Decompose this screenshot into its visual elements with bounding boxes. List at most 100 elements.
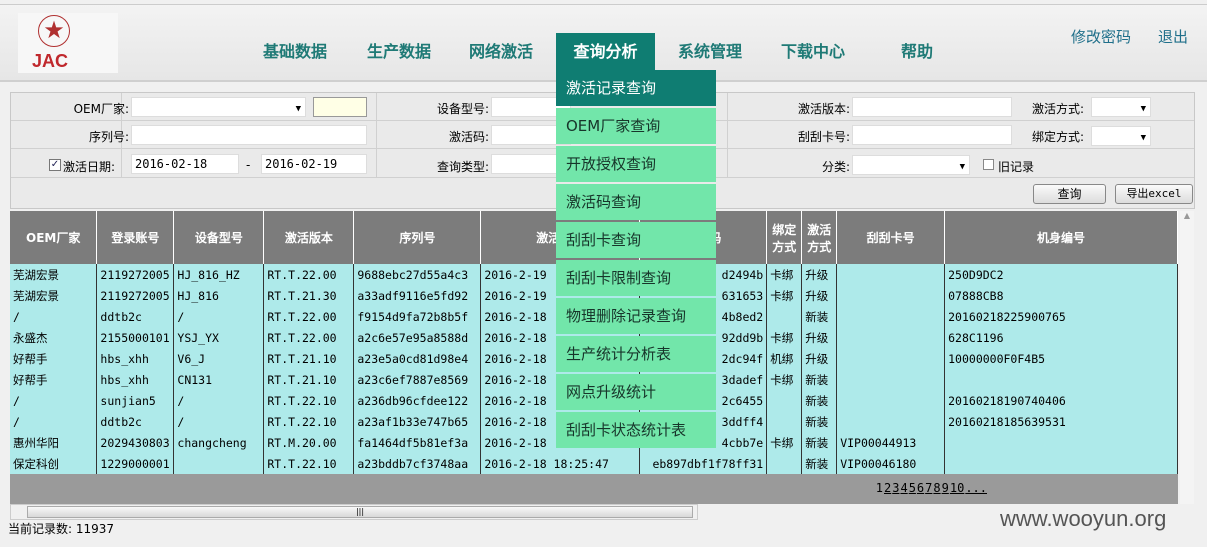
menu-item[interactable]: OEM厂家查询 xyxy=(556,108,716,144)
scroll-thumb[interactable]: ||| xyxy=(27,506,693,518)
table-cell: 好帮手 xyxy=(10,369,98,390)
page-link[interactable]: 1 xyxy=(876,481,883,495)
change-password-link[interactable]: 修改密码 xyxy=(1071,26,1131,47)
table-cell xyxy=(836,390,946,411)
export-excel-button[interactable]: 导出excel xyxy=(1115,184,1193,204)
column-header[interactable]: 设备型号 xyxy=(173,211,265,264)
serial-input[interactable] xyxy=(131,125,367,145)
table-cell: 2029430803 xyxy=(96,432,175,453)
menu-item[interactable]: 激活码查询 xyxy=(556,184,716,220)
nav-help[interactable]: 帮助 xyxy=(880,33,954,70)
menu-item[interactable]: 刮刮卡状态统计表 xyxy=(556,412,716,448)
column-header[interactable]: OEM厂家 xyxy=(10,211,98,264)
table-row[interactable]: 保定科创 1229000001 RT.T.22.10 a23bddb7cf3748aa… xyxy=(10,453,1178,474)
table-cell: a23e5a0cd81d98e4 xyxy=(353,348,482,369)
nav-query-analysis[interactable]: 查询分析 xyxy=(556,33,655,70)
menu-item[interactable]: 网点升级统计 xyxy=(556,374,716,410)
date-to-input[interactable]: 2016-02-19 xyxy=(261,154,367,174)
menu-item[interactable]: 刮刮卡限制查询 xyxy=(556,260,716,296)
horizontal-scrollbar[interactable]: ||| xyxy=(10,504,698,520)
menu-item[interactable]: 开放授权查询 xyxy=(556,146,716,182)
table-cell: hbs_xhh xyxy=(96,369,175,390)
nav-network-activation[interactable]: 网络激活 xyxy=(456,33,546,70)
table-cell: f9154d9fa72b8b5f xyxy=(353,306,482,327)
column-header[interactable]: 登录账号 xyxy=(96,211,175,264)
table-cell: 9688ebc27d55a4c3 xyxy=(353,264,482,285)
table-cell: / xyxy=(173,306,265,327)
nav-production-data[interactable]: 生产数据 xyxy=(354,33,444,70)
table-cell: RT.T.22.10 xyxy=(263,390,355,411)
table-cell: 好帮手 xyxy=(10,348,98,369)
column-header[interactable]: 绑定方式 xyxy=(766,211,803,264)
table-cell: RT.T.21.10 xyxy=(263,348,355,369)
card-number-input[interactable] xyxy=(852,125,1012,145)
column-header[interactable]: 激活方式 xyxy=(801,211,838,264)
table-cell xyxy=(836,369,946,390)
old-record-label: 旧记录 xyxy=(998,160,1035,174)
page-link[interactable]: 8 xyxy=(933,481,940,495)
table-cell: RT.T.22.10 xyxy=(263,453,355,474)
table-cell: RT.T.22.10 xyxy=(263,411,355,432)
page-link[interactable]: 6 xyxy=(917,481,924,495)
column-header[interactable]: 刮刮卡号 xyxy=(836,211,946,264)
page-link[interactable]: 7 xyxy=(925,481,932,495)
column-header[interactable]: 机身编号 xyxy=(944,211,1178,264)
oem-filter-input[interactable] xyxy=(313,97,367,117)
table-cell: 芜湖宏景 xyxy=(10,264,98,285)
menu-item[interactable]: 生产统计分析表 xyxy=(556,336,716,372)
table-cell: VIP00046180 xyxy=(836,453,946,474)
page-link[interactable]: 2 xyxy=(884,481,891,495)
page-link[interactable]: 10 xyxy=(950,481,964,495)
column-header[interactable]: 激活版本 xyxy=(263,211,355,264)
menu-item[interactable]: 刮刮卡查询 xyxy=(556,222,716,258)
watermark: www.wooyun.org xyxy=(1000,506,1167,531)
logout-link[interactable]: 退出 xyxy=(1158,26,1188,47)
vertical-scrollbar[interactable]: ▲ xyxy=(1180,211,1194,504)
table-cell xyxy=(944,453,1178,474)
nav-basic-data[interactable]: 基础数据 xyxy=(250,33,340,70)
table-cell: eb897dbf1f78ff31 xyxy=(639,453,768,474)
table-cell: 20160218190740406 xyxy=(944,390,1178,411)
logo-text: JAC xyxy=(32,51,69,71)
oem-select[interactable]: ▼ xyxy=(131,97,306,117)
menu-item[interactable]: 激活记录查询 xyxy=(556,70,716,106)
page-link[interactable]: 4 xyxy=(900,481,907,495)
table-cell: RT.T.21.10 xyxy=(263,369,355,390)
page-link[interactable]: 3 xyxy=(892,481,899,495)
table-cell xyxy=(766,390,803,411)
table-cell: sunjian5 xyxy=(96,390,175,411)
activation-method-select[interactable]: ▼ xyxy=(1091,97,1151,117)
table-cell: 卡绑 xyxy=(766,264,803,285)
page-link[interactable]: 9 xyxy=(942,481,949,495)
bind-method-select[interactable]: ▼ xyxy=(1091,126,1151,146)
query-type-label: 查询类型: xyxy=(436,160,489,174)
oem-label: OEM厂家: xyxy=(73,102,129,116)
table-cell: a2c6e57e95a8588d xyxy=(353,327,482,348)
date-label: 激活日期: xyxy=(63,160,116,174)
table-cell: 2016-2-18 18:25:47 xyxy=(480,453,641,474)
version-input[interactable] xyxy=(852,97,1012,117)
date-from-input[interactable]: 2016-02-18 xyxy=(131,154,239,174)
date-checkbox[interactable]: ✓ xyxy=(49,159,61,171)
table-cell: 保定科创 xyxy=(10,453,98,474)
activation-method-label: 激活方式: xyxy=(1031,102,1084,116)
table-cell: 卡绑 xyxy=(766,285,803,306)
column-header[interactable]: 序列号 xyxy=(353,211,482,264)
query-button[interactable]: 查询 xyxy=(1033,184,1106,204)
chevron-down-icon: ▼ xyxy=(1140,104,1146,114)
page-link[interactable]: ... xyxy=(965,481,987,495)
nav-download-center[interactable]: 下载中心 xyxy=(768,33,858,70)
page-link[interactable]: 5 xyxy=(909,481,916,495)
chevron-down-icon: ▼ xyxy=(295,104,301,114)
table-cell xyxy=(766,411,803,432)
old-record-checkbox[interactable] xyxy=(983,159,994,170)
table-cell: a236db96cfdee122 xyxy=(353,390,482,411)
menu-item[interactable]: 物理删除记录查询 xyxy=(556,298,716,334)
bind-method-label: 绑定方式: xyxy=(1031,130,1084,144)
table-cell: ddtb2c xyxy=(96,306,175,327)
category-select[interactable]: ▼ xyxy=(852,155,970,175)
table-cell xyxy=(836,285,946,306)
nav-system-management[interactable]: 系统管理 xyxy=(665,33,755,70)
table-cell: a23c6ef7887e8569 xyxy=(353,369,482,390)
table-cell xyxy=(836,306,946,327)
